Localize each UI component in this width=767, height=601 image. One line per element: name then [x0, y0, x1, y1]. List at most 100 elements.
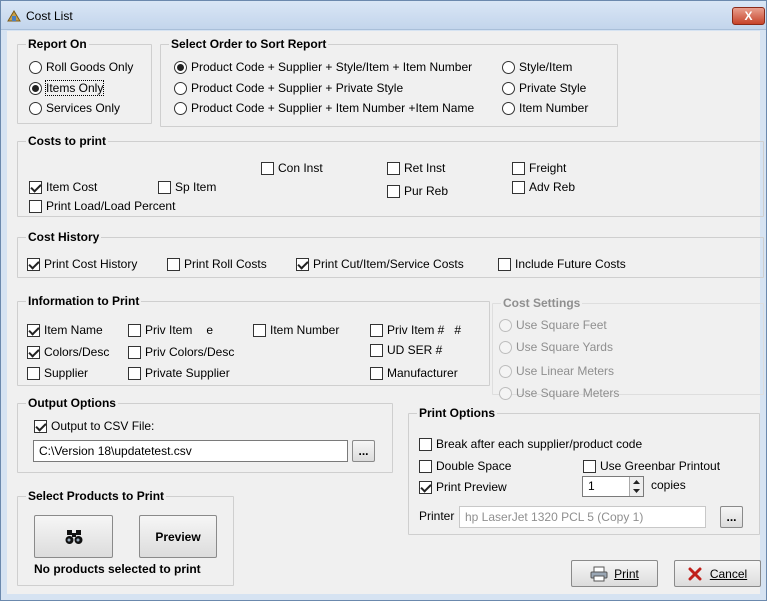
checkbox-load-percent[interactable]: Print Load/Load Percent [29, 198, 175, 214]
checkbox-print-cost-history[interactable]: Print Cost History [27, 256, 137, 272]
checkbox-label: Item Cost [46, 180, 98, 194]
radio-sort-item-number[interactable]: Item Number [502, 100, 588, 116]
checkbox-priv-item-num[interactable]: Priv Item # # [370, 322, 461, 338]
csv-browse-button[interactable]: ... [352, 440, 375, 462]
select-products-group: Select Products to Print Preview No prod… [17, 488, 234, 586]
radio-label: Use Linear Meters [516, 364, 615, 378]
window-title: Cost List [26, 9, 73, 23]
csv-path-input[interactable]: C:\Version 18\updatetest.csv [33, 440, 348, 462]
checkbox-priv-colors-desc[interactable]: Priv Colors/Desc [128, 344, 234, 360]
radio-square-feet[interactable]: Use Square Feet [499, 317, 607, 333]
checkbox-label: Con Inst [278, 161, 323, 175]
checkbox-icon [167, 257, 180, 271]
radio-label: Items Only [44, 80, 105, 96]
checkbox-output-csv[interactable]: Output to CSV File: [34, 418, 154, 434]
info-to-print-title: Information to Print [26, 293, 142, 309]
spinner-up-down-icon [633, 480, 640, 493]
radio-linear-meters[interactable]: Use Linear Meters [499, 363, 614, 379]
checkbox-item-cost[interactable]: Item Cost [29, 179, 97, 195]
checkbox-ud-ser[interactable]: UD SER # [370, 342, 442, 358]
radio-roll-goods-only[interactable]: Roll Goods Only [29, 59, 133, 75]
radio-square-meters[interactable]: Use Square Meters [499, 385, 619, 401]
cancel-button[interactable]: Cancel [674, 560, 761, 587]
radio-icon [29, 101, 42, 115]
checkbox-label: Priv Item # [387, 323, 445, 337]
radio-icon [502, 81, 515, 95]
copies-spinner[interactable]: 1 [582, 476, 644, 497]
radio-items-only[interactable]: Items Only [29, 80, 105, 96]
checkbox-print-cut-costs[interactable]: Print Cut/Item/Service Costs [296, 256, 464, 272]
radio-sort-private[interactable]: Private Style [502, 80, 586, 96]
copies-value: 1 [588, 479, 595, 493]
radio-icon [174, 101, 187, 115]
printer-field: hp LaserJet 1320 PCL 5 (Copy 1) [459, 506, 706, 528]
checkbox-colors-desc[interactable]: Colors/Desc [27, 344, 109, 360]
checkbox-label: UD SER # [387, 343, 443, 357]
checkbox-checked-icon [27, 257, 40, 271]
checkbox-icon [419, 437, 432, 451]
checkbox-icon [370, 366, 383, 380]
checkbox-icon [27, 366, 40, 380]
checkbox-private-supplier[interactable]: Private Supplier [128, 365, 230, 381]
radio-label: Services Only [46, 101, 121, 115]
radio-sort-private-style[interactable]: Product Code + Supplier + Private Style [174, 80, 403, 96]
checkbox-label-suffix: e [206, 323, 214, 337]
checkbox-manufacturer[interactable]: Manufacturer [370, 365, 458, 381]
radio-icon [499, 386, 512, 400]
copies-label: copies [651, 478, 686, 492]
printer-browse-button[interactable]: ... [720, 506, 743, 528]
checkbox-label: Include Future Costs [515, 257, 626, 271]
checkbox-item-number[interactable]: Item Number [253, 322, 339, 338]
checkbox-double-space[interactable]: Double Space [419, 458, 511, 474]
print-options-title: Print Options [417, 405, 497, 421]
checkbox-include-future[interactable]: Include Future Costs [498, 256, 626, 272]
report-on-group: Report On Roll Goods Only Items Only Ser… [17, 36, 152, 124]
title-bar: Cost List X [1, 1, 766, 30]
checkbox-supplier[interactable]: Supplier [27, 365, 88, 381]
products-status: No products selected to print [34, 562, 201, 576]
checkbox-label: Ret Inst [404, 161, 446, 175]
radio-label: Product Code + Supplier + Item Number +I… [191, 101, 475, 115]
checkbox-label: Output to CSV File: [51, 419, 155, 433]
checkbox-pur-reb[interactable]: Pur Reb [387, 183, 448, 199]
checkbox-item-name[interactable]: Item Name [27, 322, 103, 338]
checkbox-icon [128, 366, 141, 380]
checkbox-label: Print Roll Costs [184, 257, 267, 271]
checkbox-adv-reb[interactable]: Adv Reb [512, 179, 575, 195]
radio-services-only[interactable]: Services Only [29, 100, 120, 116]
report-on-title: Report On [26, 36, 89, 52]
sort-order-group: Select Order to Sort Report Product Code… [160, 36, 618, 127]
checkbox-label: Print Cut/Item/Service Costs [313, 257, 464, 271]
radio-label: Use Square Meters [516, 386, 620, 400]
checkbox-sp-item[interactable]: Sp Item [158, 179, 216, 195]
spinner-arrows[interactable] [629, 477, 643, 496]
output-options-group: Output Options Output to CSV File: C:\Ve… [17, 395, 393, 473]
checkbox-greenbar[interactable]: Use Greenbar Printout [583, 458, 720, 474]
print-options-group: Print Options Break after each supplier/… [408, 405, 760, 535]
radio-sort-style-item[interactable]: Product Code + Supplier + Style/Item + I… [174, 59, 472, 75]
find-products-button[interactable] [34, 515, 113, 558]
checkbox-checked-icon [296, 257, 309, 271]
preview-button[interactable]: Preview [139, 515, 217, 558]
checkbox-label: Double Space [436, 459, 512, 473]
checkbox-icon [261, 161, 274, 175]
checkbox-label: Colors/Desc [44, 345, 110, 359]
print-button[interactable]: Print [571, 560, 658, 587]
close-button[interactable]: X [732, 7, 765, 25]
checkbox-con-inst[interactable]: Con Inst [261, 160, 323, 176]
app-icon [7, 10, 21, 22]
checkbox-print-roll-costs[interactable]: Print Roll Costs [167, 256, 267, 272]
checkbox-priv-item[interactable]: Priv Item e [128, 322, 213, 338]
checkbox-freight[interactable]: Freight [512, 160, 566, 176]
cost-history-group: Cost History Print Cost History Print Ro… [17, 229, 764, 278]
printer-icon [590, 566, 608, 581]
checkbox-print-preview[interactable]: Print Preview [419, 479, 507, 495]
radio-label: Product Code + Supplier + Style/Item + I… [191, 60, 473, 74]
radio-sort-item-number-name[interactable]: Product Code + Supplier + Item Number +I… [174, 100, 474, 116]
radio-sort-style[interactable]: Style/Item [502, 59, 572, 75]
radio-square-yards[interactable]: Use Square Yards [499, 339, 613, 355]
checkbox-checked-icon [419, 480, 432, 494]
cost-settings-title: Cost Settings [501, 295, 583, 311]
checkbox-ret-inst[interactable]: Ret Inst [387, 160, 445, 176]
checkbox-break-after[interactable]: Break after each supplier/product code [419, 436, 642, 452]
